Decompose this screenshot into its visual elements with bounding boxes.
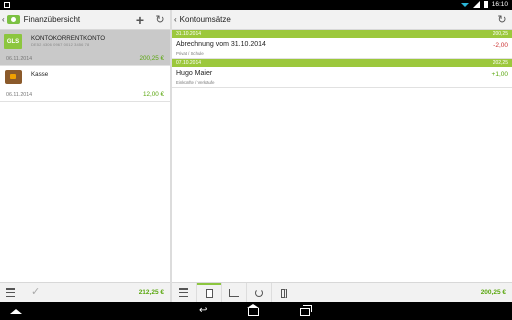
accounts-panel: ‹ Finanzübersicht + ↻ GLS KONTOKORRENTKO… (0, 10, 170, 302)
battery-icon (483, 1, 488, 8)
right-actions: ↻ (496, 14, 508, 26)
wifi-icon (460, 2, 469, 7)
add-account-button[interactable]: + (134, 13, 146, 27)
group-balance: 200,25 (492, 31, 508, 37)
tab-statistics[interactable] (221, 283, 246, 303)
app-logo-icon[interactable] (6, 14, 21, 26)
divider (0, 101, 170, 102)
menu-icon[interactable] (6, 288, 16, 298)
nav-home-icon[interactable] (247, 304, 259, 316)
back-icon[interactable]: ‹ (174, 15, 177, 24)
status-icons: 16:10 (460, 1, 508, 8)
group-date: 07.10.2014 (176, 60, 202, 66)
account-balance: 12,00 € (142, 91, 164, 98)
menu-icon[interactable] (179, 288, 189, 298)
refresh-icon (255, 289, 263, 297)
app: ‹ Finanzübersicht + ↻ GLS KONTOKORRENTKO… (0, 10, 512, 303)
system-nav-bar: ↩ (0, 302, 512, 320)
transaction-title: Abrechnung vom 31.10.2014 (176, 41, 266, 48)
transaction-row[interactable]: Hugo Maier Einkünfte / Verkäufe +1,00 (172, 67, 512, 88)
left-actions: + ↻ (134, 13, 166, 27)
check-icon[interactable]: ✓ (31, 285, 40, 298)
transaction-row[interactable]: Abrechnung vom 31.10.2014 Privat / Schul… (172, 38, 512, 59)
account-name: Kasse (31, 71, 49, 78)
status-bar: 16:10 (0, 0, 512, 10)
account-item-kasse[interactable]: Kasse 06.11.2014 12,00 € (0, 66, 170, 101)
account-iban: DE52 4306 0967 0012 3456 78 (31, 42, 90, 47)
account-name: KONTOKORRENTKONTO (31, 35, 106, 42)
notification-icon (4, 2, 10, 8)
view-tabs (196, 283, 296, 303)
tab-refresh[interactable] (246, 283, 271, 303)
transaction-category: Privat / Schule (176, 51, 204, 56)
tab-documents[interactable] (271, 283, 296, 303)
date-header: 07.10.2014 202,25 (172, 59, 512, 67)
transaction-amount: -2,00 (493, 42, 508, 49)
bank-logo-icon: GLS (4, 34, 22, 49)
account-balance: 200,25 € (139, 55, 164, 62)
account-total: 200,25 € (480, 289, 506, 296)
clock: 16:10 (491, 1, 508, 8)
expand-icon[interactable] (10, 309, 22, 314)
total-balance: 212,25 € (138, 289, 164, 296)
group-balance: 202,25 (492, 60, 508, 66)
right-bottombar: 200,25 € (172, 282, 512, 303)
transaction-title: Hugo Maier (176, 70, 213, 77)
calculator-icon (205, 288, 213, 298)
sync-icon[interactable]: ↻ (154, 14, 166, 26)
account-date: 06.11.2014 (6, 56, 33, 62)
transactions-title: Kontoumsätze (179, 15, 231, 24)
nav-recent-icon[interactable] (300, 305, 312, 316)
transactions-panel: ‹ Kontoumsätze ↻ 31.10.2014 200,25 Abrec… (172, 10, 512, 303)
date-header: 31.10.2014 200,25 (172, 30, 512, 38)
transaction-category: Einkünfte / Verkäufe (176, 80, 215, 85)
tab-transactions[interactable] (196, 283, 221, 303)
chart-icon (229, 289, 239, 297)
page-title: Finanzübersicht (23, 15, 81, 24)
back-icon[interactable]: ‹ (2, 15, 5, 24)
nav-back-icon[interactable]: ↩ (199, 306, 207, 316)
account-date: 06.11.2014 (6, 92, 33, 98)
left-bottombar: ✓ 212,25 € (0, 282, 170, 302)
account-item-kontokorrent[interactable]: GLS KONTOKORRENTKONTO DE52 4306 0967 001… (0, 30, 170, 65)
signal-icon (472, 1, 480, 8)
group-date: 31.10.2014 (176, 31, 202, 37)
document-icon (281, 288, 287, 298)
transaction-amount: +1,00 (491, 71, 508, 78)
right-topbar: ‹ Kontoumsätze ↻ (172, 10, 512, 30)
sync-icon[interactable]: ↻ (496, 14, 508, 26)
wallet-icon (5, 70, 22, 84)
left-topbar: ‹ Finanzübersicht + ↻ (0, 10, 170, 30)
